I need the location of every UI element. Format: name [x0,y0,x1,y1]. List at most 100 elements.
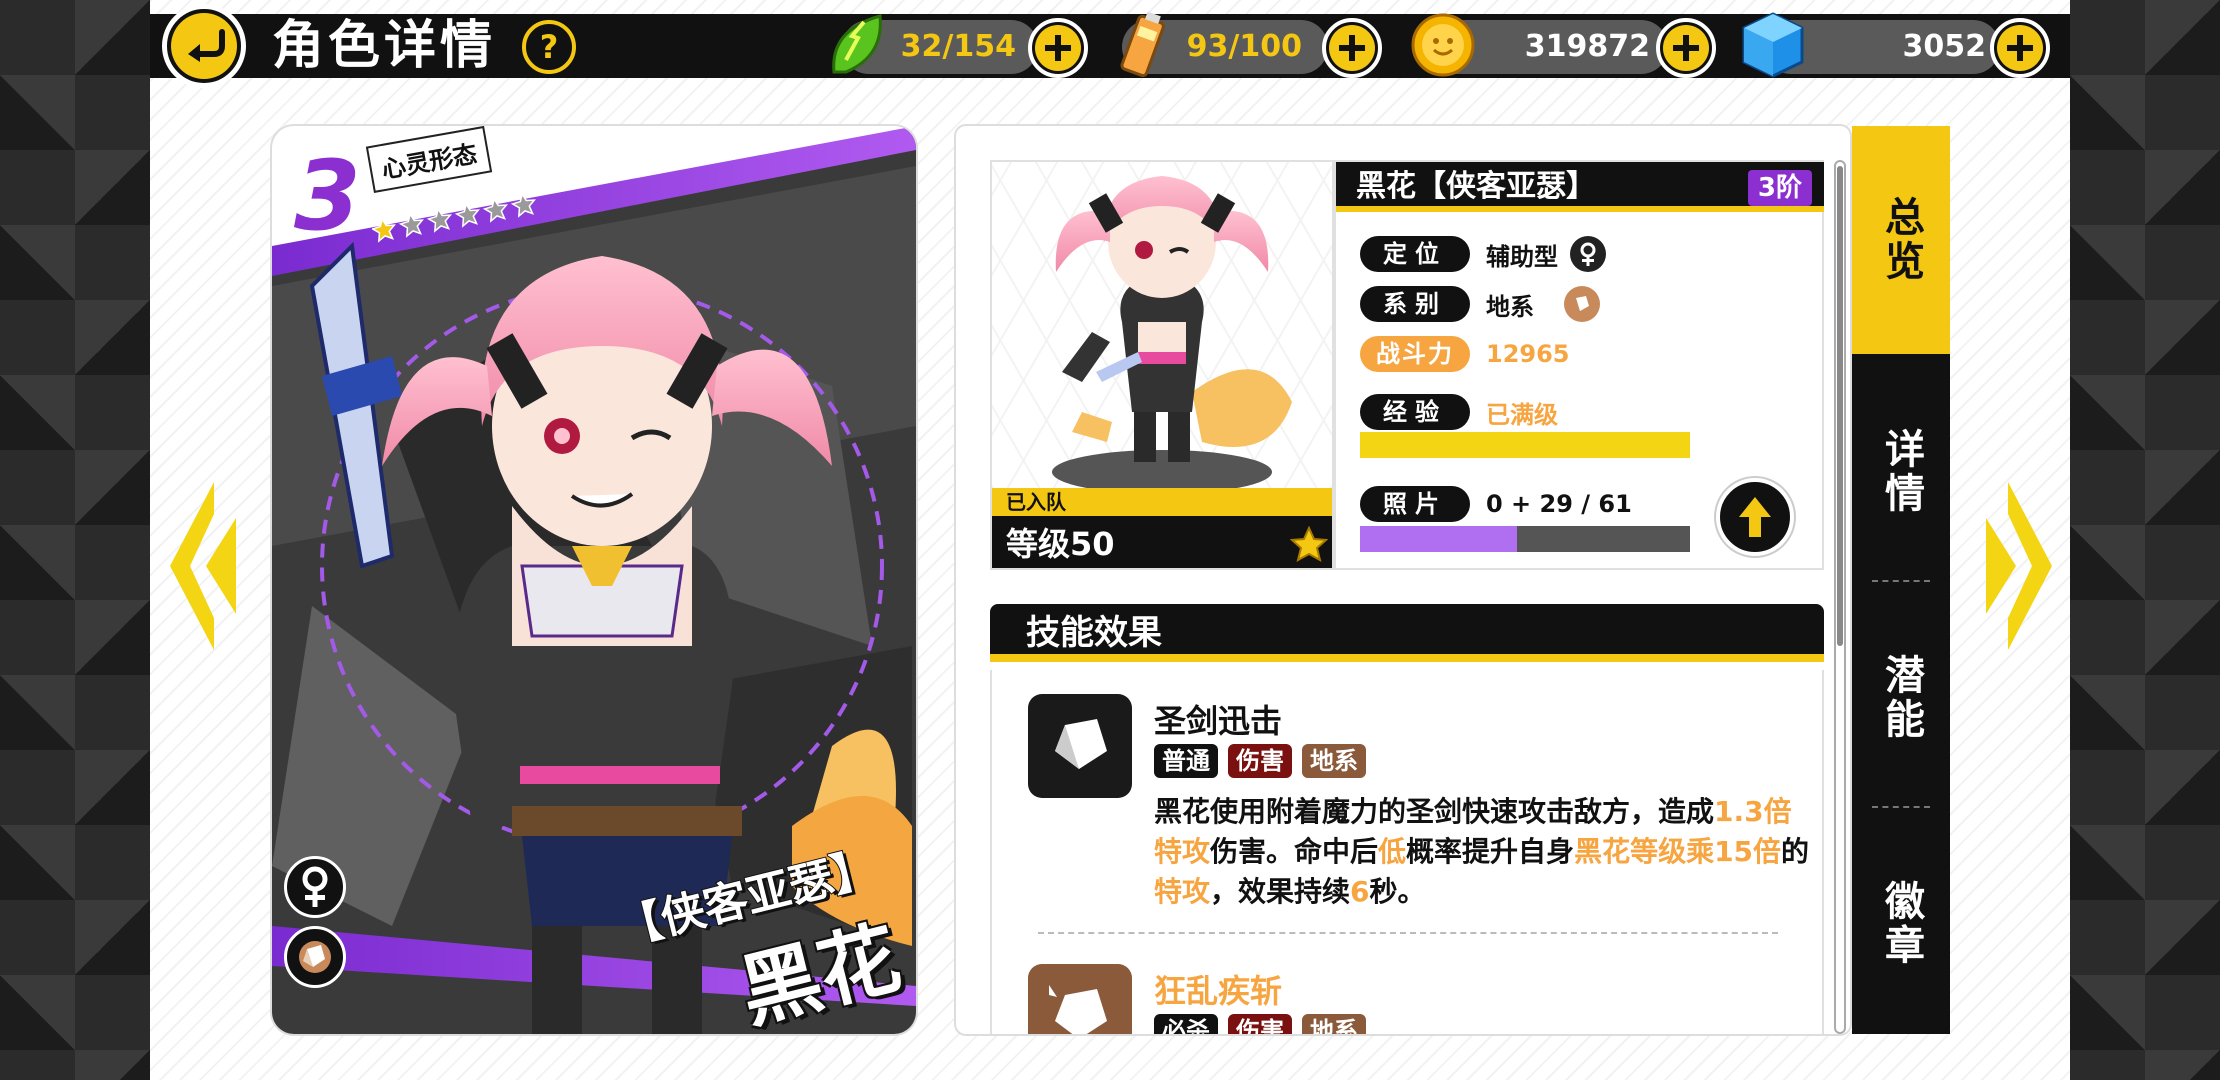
skill-text: 秒。 [1369,875,1426,908]
side-tabs: 总览 详情 潜能 徽章 [1852,126,1950,1034]
skill-element-tag: 地系 [1302,744,1366,778]
page-title: 角色详情 [272,16,497,76]
empty-star-icon [426,207,452,233]
tab-details[interactable]: 详情 [1852,362,1950,582]
element-value: 地系 [1486,292,1534,321]
tab-separator [1872,580,1930,582]
previous-character-arrow[interactable] [166,478,238,658]
right-side-pattern [2070,0,2220,1080]
exp-row: 经验 已满级 [1360,392,1558,432]
skill-type-tag: 普通 [1154,744,1218,778]
skill-element-tag: 地系 [1302,1014,1366,1034]
back-button[interactable] [162,4,246,88]
power-label: 战斗力 [1360,336,1470,372]
tab-potential[interactable]: 潜能 [1852,588,1950,808]
skill-tags: 必杀 伤害 地系 [1154,1014,1366,1034]
gold-coin-icon [1410,12,1476,82]
empty-star-icon [398,212,424,238]
power-row: 战斗力 12965 [1360,334,1570,374]
gold-add-button[interactable] [1656,18,1716,78]
tab-label: 徽章 [1878,880,1924,968]
empty-star-icon [482,197,508,223]
earth-element-icon [284,926,346,988]
back-arrow-icon [171,13,237,79]
empty-star-icon [510,192,536,218]
role-label: 定位 [1360,236,1470,272]
joined-team-tag: 已入队 [992,488,1332,516]
stamina-value: 32/154 [900,29,1016,64]
skill-effect-tag: 伤害 [1228,1014,1292,1034]
character-card[interactable]: 3 心灵形态 【侠客亚瑟】 黑花 [272,126,916,1034]
tab-label: 总览 [1878,196,1924,284]
female-symbol-icon [284,856,346,918]
stamina-leaf-icon [826,10,888,84]
tab-separator [1872,806,1930,808]
crystal-add-button[interactable] [1990,18,2050,78]
filled-star-icon [372,217,396,243]
level-label: 等级50 [1006,525,1115,563]
skill-text: ，效果持续 [1210,875,1351,908]
skill-highlight-text: 低 [1378,835,1407,868]
help-button[interactable]: ? [522,20,576,74]
favorite-star-icon[interactable] [1290,526,1328,562]
skill-name: 圣剑迅击 [1154,702,1283,740]
skill-description: 黑花使用附着魔力的圣剑快速攻击敌方，造成1.3倍特攻伤害。命中后低概率提升自身黑… [1154,792,1814,912]
scrollbar-thumb[interactable] [1837,166,1843,646]
photo-progress-fill [1360,526,1517,552]
skill-divider [1038,932,1778,934]
skills-list: 圣剑迅击 普通 伤害 地系 黑花使用附着魔力的圣剑快速攻击敌方，造成1.3倍特攻… [990,670,1824,1034]
exp-progress-bar [1360,432,1690,458]
tier-badge: 3阶 [1747,170,1812,206]
skill-highlight-text: 特攻 [1154,875,1211,908]
energy-value: 93/100 [1186,29,1302,64]
element-label: 系别 [1360,286,1470,322]
exp-value: 已满级 [1486,400,1558,429]
tab-badges[interactable]: 徽章 [1852,814,1950,1034]
stamina-add-button[interactable] [1028,18,1088,78]
upgrade-button[interactable] [1716,478,1794,556]
card-rank-number: 3 [294,140,361,252]
exp-label: 经验 [1360,394,1470,430]
skill-text: 伤害。命中后 [1210,835,1379,868]
photo-value: 0 + 29 / 61 [1486,490,1632,518]
exp-progress-fill [1360,432,1690,458]
skill-type-tag: 必杀 [1154,1014,1218,1034]
tab-overview[interactable]: 总览 [1852,126,1950,354]
support-role-icon [1570,236,1606,272]
up-arrow-icon [1739,497,1771,537]
skill-text: 的 [1781,835,1810,868]
chibi-character-image [1052,176,1292,492]
empty-star-icon [454,202,480,228]
crystal-cube-icon [1740,10,1806,84]
gold-value: 319872 [1524,29,1650,64]
crystal-value: 3052 [1902,29,1987,64]
role-value: 辅助型 [1486,242,1558,271]
tab-label: 详情 [1878,428,1924,516]
left-side-pattern [0,0,150,1080]
skill-text: 概率提升自身 [1406,835,1575,868]
info-header: 黑花【侠客亚瑟】 3阶 [1336,162,1824,212]
tab-label: 潜能 [1878,654,1924,742]
skill-effect-tag: 伤害 [1228,744,1292,778]
card-rating-stars [372,192,536,243]
earth-element-icon [1564,286,1600,322]
power-value: 12965 [1486,340,1570,368]
energy-battery-icon [1118,8,1168,86]
skill-text: 黑花使用附着魔力的圣剑快速攻击敌方，造成 [1154,795,1715,828]
skill-cube-icon [1028,694,1132,798]
skill-highlight-text: 6 [1350,875,1370,908]
skills-scrollbar[interactable] [1834,160,1846,1034]
photo-label: 照片 [1360,486,1470,522]
character-full-name: 黑花【侠客亚瑟】 [1356,169,1596,204]
energy-add-button[interactable] [1322,18,1382,78]
skill-name: 狂乱疾斩 [1154,972,1283,1010]
photo-row: 照片 0 + 29 / 61 [1360,484,1632,524]
next-character-arrow[interactable] [1984,478,2056,658]
role-row: 定位 辅助型 [1360,234,1606,274]
element-row: 系别 地系 [1360,284,1600,324]
skill-tags: 普通 伤害 地系 [1154,744,1366,778]
character-portrait: 已入队 等级50 [990,160,1334,570]
skill-cube-burst-icon [1028,964,1132,1034]
skill-highlight-text: 黑花等级乘15倍 [1574,835,1782,868]
skills-header: 技能效果 [990,604,1824,662]
